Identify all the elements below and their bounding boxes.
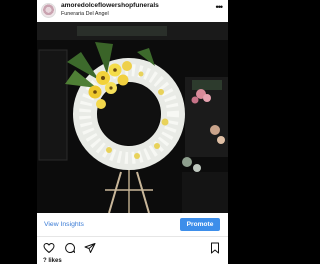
promote-button[interactable]: Promote: [180, 218, 220, 231]
bookmark-icon[interactable]: [209, 242, 221, 254]
send-icon[interactable]: [84, 242, 96, 254]
more-options-icon[interactable]: •••: [216, 3, 224, 12]
username-link[interactable]: amoredolceflowershopfunerals: [61, 2, 159, 9]
likes-count[interactable]: ? likes: [43, 258, 62, 264]
post-photo[interactable]: [37, 22, 228, 213]
profile-avatar[interactable]: [41, 3, 56, 18]
comment-icon[interactable]: [64, 242, 76, 254]
post-header: amoredolceflowershopfunerals Funeraria D…: [37, 0, 228, 22]
post-actions-bar: [37, 237, 228, 259]
location-link[interactable]: Funeraria Del Angel: [61, 11, 109, 17]
insights-bar: View Insights Promote: [37, 213, 228, 237]
wreath-image: [37, 22, 228, 213]
heart-icon[interactable]: [43, 242, 55, 254]
instagram-post-screen: amoredolceflowershopfunerals Funeraria D…: [37, 0, 228, 264]
view-insights-link[interactable]: View Insights: [44, 221, 84, 228]
